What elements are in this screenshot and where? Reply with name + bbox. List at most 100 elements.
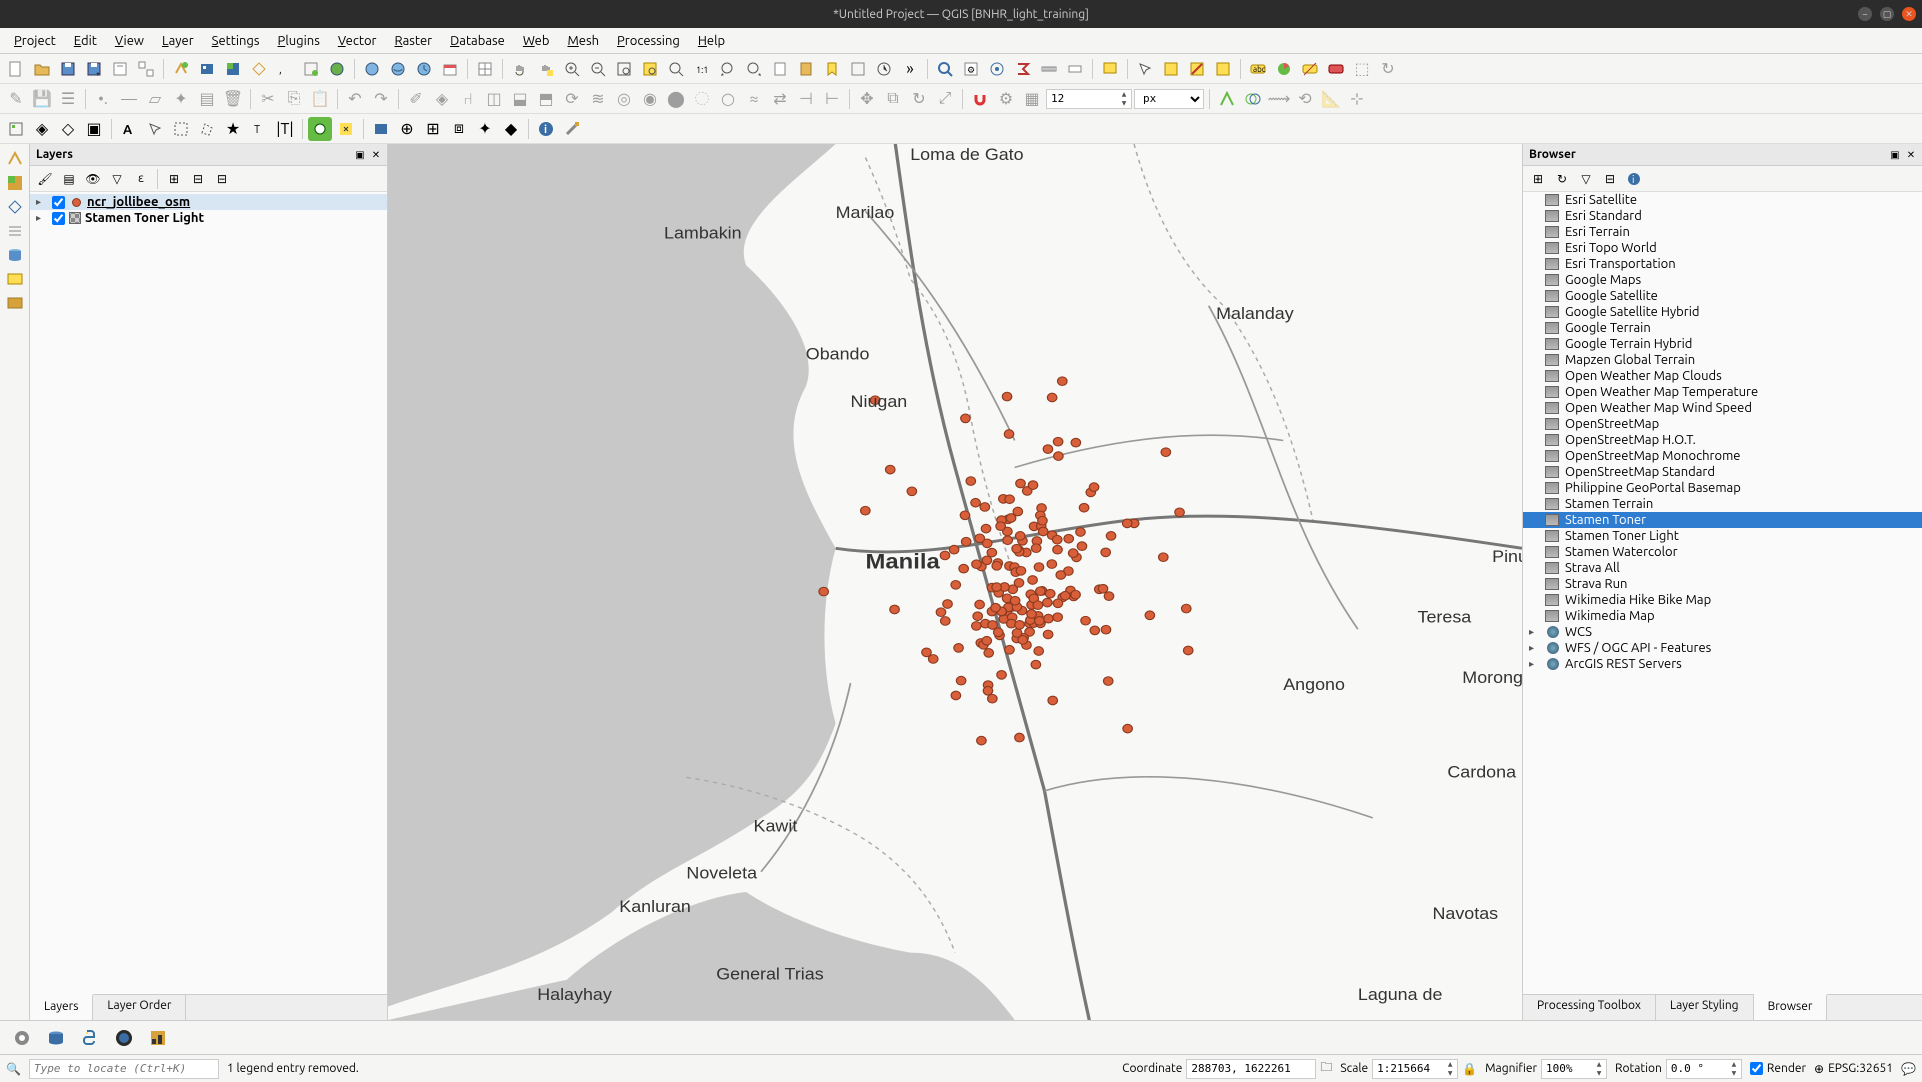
layout-manager-button[interactable] (134, 57, 158, 81)
poi-marker[interactable] (1079, 503, 1089, 512)
plugin-5-button[interactable]: ✦ (473, 117, 497, 141)
poi-marker[interactable] (1106, 532, 1116, 541)
add-raster-layer-button[interactable] (221, 57, 245, 81)
poi-marker[interactable] (1104, 592, 1114, 601)
poi-marker[interactable] (972, 622, 982, 631)
plugin-2-button[interactable]: ⊕ (395, 117, 419, 141)
layer-visibility-button[interactable]: 👁 (82, 168, 104, 190)
field-calculator-button[interactable]: ⚙ (959, 57, 983, 81)
poi-marker[interactable] (1175, 508, 1185, 517)
poi-marker[interactable] (1053, 613, 1063, 622)
poi-marker[interactable] (1047, 393, 1057, 402)
snap-tolerance-input[interactable] (1047, 92, 1117, 105)
layer-visibility-checkbox[interactable] (52, 196, 65, 209)
poi-marker[interactable] (959, 564, 969, 573)
coordinate-input[interactable] (1186, 1059, 1316, 1079)
poi-marker[interactable] (1159, 553, 1169, 562)
zoom-next-button[interactable] (742, 57, 766, 81)
poi-marker[interactable] (1054, 452, 1064, 461)
poi-marker[interactable] (956, 676, 966, 685)
poi-marker[interactable] (1053, 437, 1063, 446)
poi-marker[interactable] (1043, 445, 1053, 454)
poi-marker[interactable] (960, 511, 970, 520)
poi-marker[interactable] (819, 587, 829, 596)
poi-marker[interactable] (1013, 507, 1023, 516)
zoom-out-button[interactable] (586, 57, 610, 81)
expand-icon[interactable]: ▸ (1529, 658, 1541, 670)
plugin-6-button[interactable]: ◆ (499, 117, 523, 141)
new-project-button[interactable] (4, 57, 28, 81)
layer-expand-all-button[interactable]: ⊞ (163, 168, 185, 190)
poi-marker[interactable] (1016, 479, 1026, 488)
poi-marker[interactable] (1048, 696, 1058, 705)
render-checkbox[interactable] (1750, 1062, 1763, 1075)
browser-filter-button[interactable]: ▽ (1575, 168, 1597, 190)
style-manager-button[interactable]: A (117, 117, 141, 141)
options-button[interactable] (560, 117, 584, 141)
panel-undock-button[interactable]: ▣ (353, 148, 367, 162)
save-as-button[interactable]: + (82, 57, 106, 81)
poi-marker[interactable] (1036, 587, 1046, 596)
crs-label[interactable]: EPSG:32651 (1828, 1062, 1893, 1075)
menu-database[interactable]: Database (442, 32, 513, 50)
poi-marker[interactable] (984, 649, 994, 658)
plugin-3-button[interactable]: ⊞ (421, 117, 445, 141)
poi-marker[interactable] (1123, 724, 1133, 733)
polygon-select-button[interactable] (195, 117, 219, 141)
menu-web[interactable]: Web (515, 32, 558, 50)
poi-marker[interactable] (1031, 660, 1041, 669)
poi-marker[interactable] (1015, 733, 1025, 742)
menu-edit[interactable]: Edit (66, 32, 105, 50)
poi-marker[interactable] (954, 644, 964, 653)
poi-marker[interactable] (1060, 591, 1070, 600)
select-tool-button[interactable] (143, 117, 167, 141)
poi-marker[interactable] (992, 562, 1002, 571)
layer-expression-button[interactable]: ε (130, 168, 152, 190)
poi-marker[interactable] (1034, 647, 1044, 656)
scale-input[interactable] (1373, 1062, 1443, 1075)
add-spatialite-sidebar-button[interactable] (2, 244, 28, 266)
browser-close-button[interactable]: ✕ (1904, 148, 1918, 162)
poi-marker[interactable] (1058, 377, 1068, 386)
layer-diagram-button[interactable] (1272, 57, 1296, 81)
map-tips-button[interactable] (1063, 57, 1087, 81)
poi-marker[interactable] (1027, 610, 1037, 619)
identify-info-button[interactable]: i (534, 117, 558, 141)
snapping-enable-button[interactable] (968, 87, 992, 111)
menu-plugins[interactable]: Plugins (270, 32, 328, 50)
poi-marker[interactable] (1028, 481, 1038, 490)
poi-marker[interactable] (1101, 548, 1111, 557)
layer-visibility-checkbox[interactable] (52, 212, 65, 225)
poi-marker[interactable] (961, 414, 971, 423)
poi-marker[interactable] (1012, 629, 1022, 638)
browser-item-open-weather-map-clouds[interactable]: Open Weather Map Clouds (1523, 368, 1922, 384)
tab-layer-order[interactable]: Layer Order (93, 995, 186, 1020)
plugin-globe-button[interactable] (110, 1025, 138, 1051)
tab-processing-toolbox[interactable]: Processing Toolbox (1523, 995, 1656, 1020)
new-geopackage-layer-button[interactable] (195, 57, 219, 81)
minimize-button[interactable]: – (1858, 7, 1872, 21)
refresh-map-button[interactable] (872, 57, 896, 81)
network-logger-button[interactable] (8, 1025, 36, 1051)
poi-marker[interactable] (988, 694, 998, 703)
scale-lock-button[interactable]: 🔒 (1462, 1062, 1477, 1076)
zoom-to-layer-button[interactable] (664, 57, 688, 81)
label-highlight-button[interactable] (1324, 57, 1348, 81)
browser-item-esri-terrain[interactable]: Esri Terrain (1523, 224, 1922, 240)
add-csv-sidebar-button[interactable] (2, 220, 28, 242)
poi-marker[interactable] (982, 556, 992, 565)
select-features-button[interactable] (1133, 57, 1157, 81)
poi-marker[interactable] (1005, 645, 1015, 654)
poi-marker[interactable] (1053, 545, 1063, 554)
avoid-intersections-button[interactable] (1241, 87, 1265, 111)
poi-marker[interactable] (1101, 625, 1111, 634)
add-virtual-sidebar-button[interactable] (2, 268, 28, 290)
poi-marker[interactable] (996, 522, 1006, 531)
poi-marker[interactable] (922, 648, 932, 657)
browser-item-openstreetmap-monochrome[interactable]: OpenStreetMap Monochrome (1523, 448, 1922, 464)
new-shapefile-button[interactable]: ◈ (30, 117, 54, 141)
browser-item-arcgis-rest-servers[interactable]: ▸ArcGIS REST Servers (1523, 656, 1922, 672)
poi-marker[interactable] (1003, 536, 1013, 545)
poi-marker[interactable] (1056, 571, 1066, 580)
browser-item-openstreetmap[interactable]: OpenStreetMap (1523, 416, 1922, 432)
